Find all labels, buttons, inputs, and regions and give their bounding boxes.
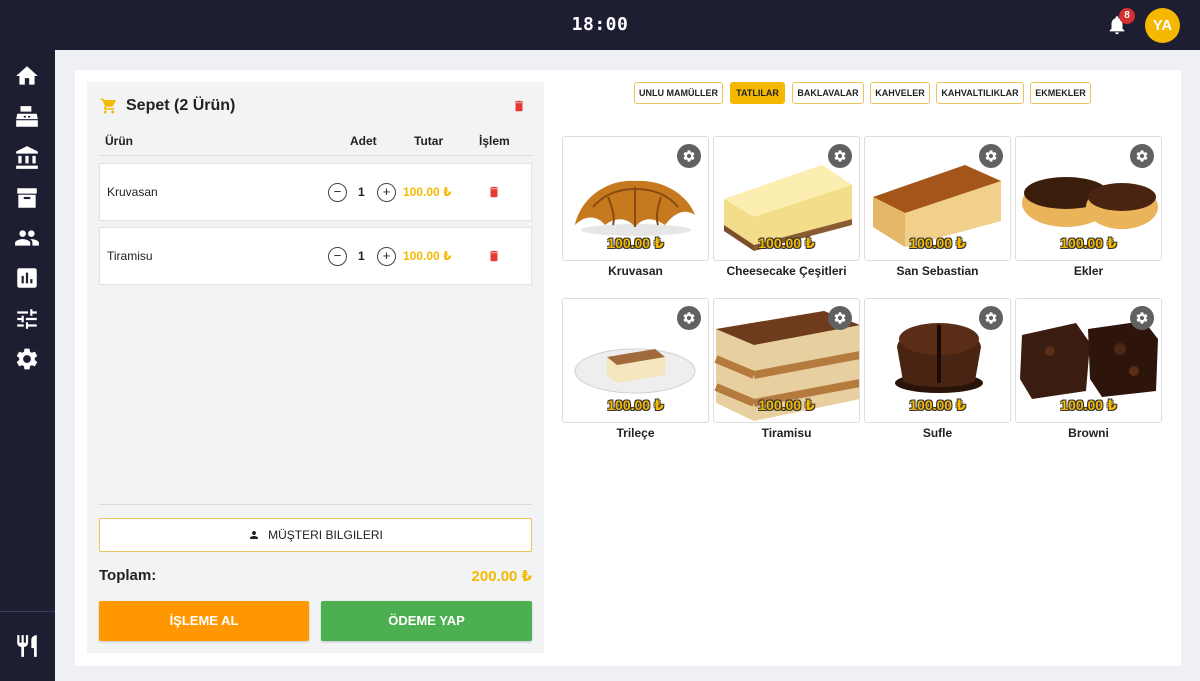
- trash-icon: [514, 100, 524, 112]
- process-order-button[interactable]: İŞLEME AL: [99, 601, 309, 641]
- gear-icon: [834, 150, 846, 162]
- column-action: İşlem: [479, 134, 510, 148]
- clock: 18:00: [571, 14, 629, 35]
- product-name: San Sebastian: [896, 264, 979, 278]
- cart-item-price: 100.00 ₺: [403, 185, 452, 199]
- product-card-tiramisu[interactable]: 100.00 ₺: [713, 298, 860, 423]
- gear-icon: [683, 312, 695, 324]
- sliders-icon[interactable]: [14, 306, 40, 332]
- product-card-kruvasan[interactable]: 100.00 ₺: [562, 136, 709, 261]
- person-icon: [250, 531, 259, 539]
- gear-icon: [834, 312, 846, 324]
- people-icon[interactable]: [14, 225, 40, 251]
- restaurant-icon[interactable]: [14, 633, 40, 659]
- remove-item-button[interactable]: [487, 185, 501, 204]
- category-tab-ekmekler[interactable]: EKMEKLER: [1030, 82, 1091, 104]
- product-card-ekler[interactable]: 100.00 ₺: [1015, 136, 1162, 261]
- cart-divider: [99, 504, 532, 505]
- column-amount: Tutar: [414, 134, 444, 148]
- gear-icon: [683, 150, 695, 162]
- product-name: Ekler: [1073, 264, 1104, 278]
- product-name: Cheesecake Çeşitleri: [726, 264, 847, 278]
- cart-title: Sepet (2 Ürün): [126, 97, 236, 114]
- decrease-button[interactable]: −: [328, 247, 347, 266]
- clear-cart-button[interactable]: [512, 99, 526, 113]
- cart-item-qty: 1: [358, 249, 365, 263]
- product-price: 100.00 ₺: [758, 235, 815, 251]
- bar-chart-icon[interactable]: [14, 265, 40, 291]
- customer-info-button[interactable]: MÜŞTERI BILGILERI: [99, 518, 532, 552]
- product-price: 100.00 ₺: [607, 235, 664, 251]
- product-settings-button[interactable]: [1130, 144, 1154, 168]
- product-name: Sufle: [922, 426, 953, 440]
- category-tab-baklavalar[interactable]: BAKLAVALAR: [792, 82, 864, 104]
- decrease-button[interactable]: −: [328, 183, 347, 202]
- avatar[interactable]: YA: [1145, 8, 1180, 43]
- customer-info-label: MÜŞTERI BILGILERI: [268, 528, 383, 542]
- product-settings-button[interactable]: [828, 306, 852, 330]
- product-card-browni[interactable]: 100.00 ₺: [1015, 298, 1162, 423]
- pay-button[interactable]: ÖDEME YAP: [321, 601, 532, 641]
- sidebar-divider: [0, 611, 55, 612]
- product-settings-button[interactable]: [1130, 306, 1154, 330]
- product-price: 100.00 ₺: [1060, 235, 1117, 251]
- gear-icon: [985, 150, 997, 162]
- increase-button[interactable]: +: [377, 183, 396, 202]
- column-product: Ürün: [105, 134, 133, 148]
- bank-icon[interactable]: [14, 145, 40, 171]
- increase-button[interactable]: +: [377, 247, 396, 266]
- cart-item-name: Kruvasan: [107, 185, 158, 199]
- cart-header: Sepet (2 Ürün): [100, 97, 235, 115]
- product-price: 100.00 ₺: [909, 397, 966, 413]
- product-settings-button[interactable]: [979, 306, 1003, 330]
- gear-icon: [1136, 312, 1148, 324]
- main-panel: Sepet (2 Ürün) Ürün Adet Tutar İşlem Kru…: [75, 70, 1181, 666]
- total-label: Toplam:: [99, 567, 157, 584]
- product-card-sufle[interactable]: 100.00 ₺: [864, 298, 1011, 423]
- cart-item-qty: 1: [358, 185, 365, 199]
- cart-row: Tiramisu − 1 + 100.00 ₺: [99, 227, 532, 285]
- product-card-san-sebastian[interactable]: 100.00 ₺: [864, 136, 1011, 261]
- cart-icon: [100, 98, 116, 114]
- cart-item-price: 100.00 ₺: [403, 249, 452, 263]
- product-name: Browni: [1068, 426, 1109, 440]
- category-tab-kahvaltiliklar[interactable]: KAHVALTILIKLAR: [936, 82, 1024, 104]
- archive-icon[interactable]: [14, 185, 40, 211]
- product-settings-button[interactable]: [677, 306, 701, 330]
- category-tab-kahveler[interactable]: KAHVELER: [870, 82, 930, 104]
- column-qty: Adet: [350, 134, 377, 148]
- product-settings-button[interactable]: [828, 144, 852, 168]
- category-tab-tatlilar[interactable]: TATLILAR: [730, 82, 785, 104]
- cart-item-name: Tiramisu: [107, 249, 153, 263]
- home-icon[interactable]: [14, 63, 40, 89]
- sidebar: [0, 50, 55, 681]
- notification-badge: 8: [1119, 8, 1135, 24]
- cash-register-icon[interactable]: [14, 104, 40, 130]
- product-card-cheesecake[interactable]: 100.00 ₺: [713, 136, 860, 261]
- gear-icon: [1136, 150, 1148, 162]
- product-price: 100.00 ₺: [758, 397, 815, 413]
- gear-icon[interactable]: [14, 346, 40, 372]
- product-name: Trileçe: [616, 426, 655, 440]
- product-settings-button[interactable]: [677, 144, 701, 168]
- product-price: 100.00 ₺: [909, 235, 966, 251]
- category-tab-unlu-mamuller[interactable]: UNLU MAMÜLLER: [634, 82, 723, 104]
- product-settings-button[interactable]: [979, 144, 1003, 168]
- cart-row: Kruvasan − 1 + 100.00 ₺: [99, 163, 532, 221]
- product-name: Kruvasan: [608, 264, 663, 278]
- remove-item-button[interactable]: [487, 249, 501, 268]
- product-price: 100.00 ₺: [1060, 397, 1117, 413]
- product-price: 100.00 ₺: [607, 397, 664, 413]
- top-bar: 18:00 8 YA: [0, 0, 1200, 50]
- gear-icon: [985, 312, 997, 324]
- product-card-trilece[interactable]: 100.00 ₺: [562, 298, 709, 423]
- cart-panel: Sepet (2 Ürün) Ürün Adet Tutar İşlem Kru…: [87, 82, 544, 653]
- cart-column-headers: Ürün Adet Tutar İşlem: [99, 134, 532, 156]
- total-value: 200.00 ₺: [471, 568, 532, 585]
- trash-icon: [489, 186, 499, 198]
- product-name: Tiramisu: [761, 426, 812, 440]
- trash-icon: [489, 250, 499, 262]
